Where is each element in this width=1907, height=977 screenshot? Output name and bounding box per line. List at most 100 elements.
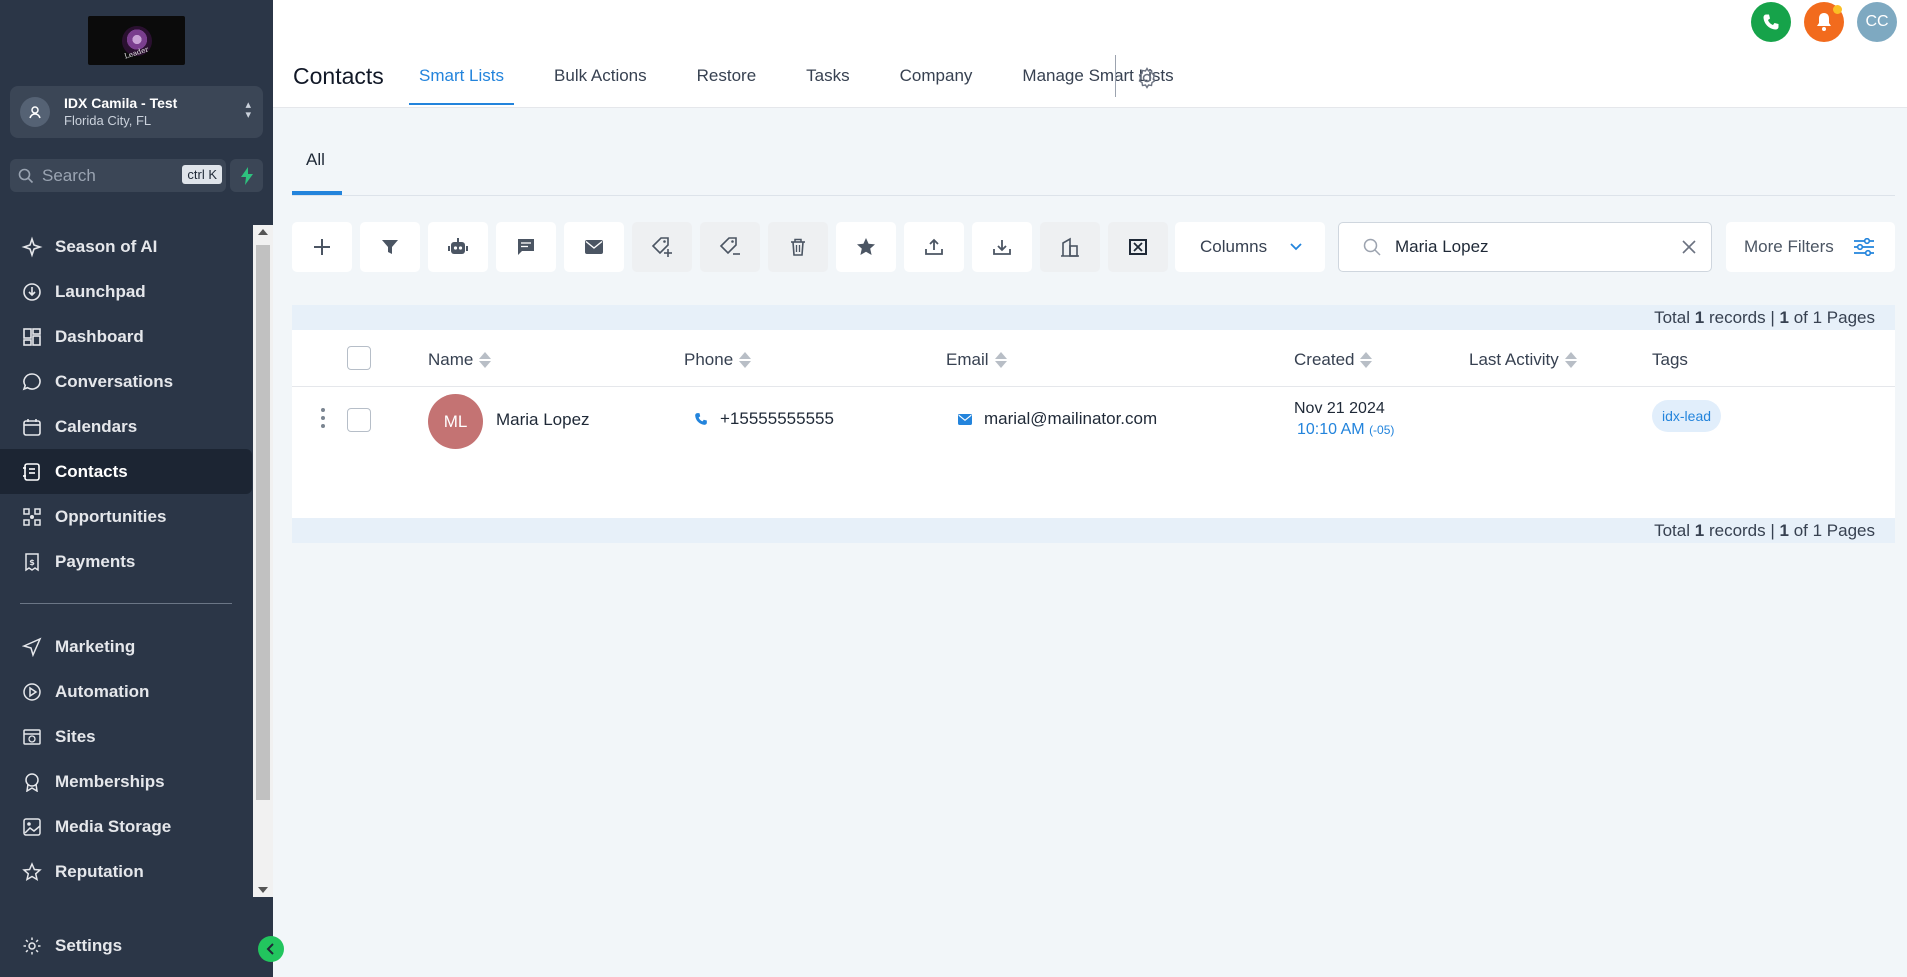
envelope-icon xyxy=(958,413,972,425)
sidebar-item-label: Sites xyxy=(55,726,96,746)
send-sms-button[interactable] xyxy=(496,222,556,272)
quick-actions-button[interactable] xyxy=(230,159,263,192)
message-icon xyxy=(518,239,534,255)
contact-email[interactable]: marial@mailinator.com xyxy=(958,409,1157,429)
export-button[interactable] xyxy=(904,222,964,272)
column-header-last-activity[interactable]: Last Activity xyxy=(1469,350,1577,370)
header-actions: CC xyxy=(1751,2,1897,42)
contacts-icon xyxy=(20,460,44,484)
remove-tag-button[interactable] xyxy=(700,222,760,272)
subtab-all[interactable]: All xyxy=(292,130,342,195)
payments-icon: $ xyxy=(20,550,44,574)
opportunities-icon xyxy=(20,505,44,529)
sidebar-item-automation[interactable]: Automation xyxy=(0,669,253,714)
sidebar-item-payments[interactable]: $ Payments xyxy=(0,539,253,584)
column-header-name[interactable]: Name xyxy=(428,350,492,370)
created-date: Nov 21 2024 xyxy=(1294,400,1385,417)
lightning-icon xyxy=(240,166,253,185)
column-header-created[interactable]: Created xyxy=(1294,350,1373,370)
send-email-button[interactable] xyxy=(564,222,624,272)
sidebar-item-opportunities[interactable]: Opportunities xyxy=(0,494,253,539)
sidebar-item-label: Contacts xyxy=(55,461,128,481)
tab-smart-lists[interactable]: Smart Lists xyxy=(409,60,515,106)
sidebar-item-dashboard[interactable]: Dashboard xyxy=(0,314,253,359)
scroll-down-arrow-icon[interactable] xyxy=(258,887,268,893)
calendar-icon xyxy=(20,415,44,439)
search-icon xyxy=(1363,238,1381,256)
sidebar-item-season-of-ai[interactable]: Season of AI xyxy=(0,224,253,269)
filter-button[interactable] xyxy=(360,222,420,272)
sidebar-nav-secondary: Marketing Automation Sites Memberships M… xyxy=(0,624,253,894)
user-avatar[interactable]: CC xyxy=(1857,2,1897,42)
sidebar-item-launchpad[interactable]: Launchpad xyxy=(0,269,253,314)
funnel-icon xyxy=(382,240,398,254)
tab-bulk-actions[interactable]: Bulk Actions xyxy=(544,60,657,106)
company-logo[interactable]: Leader xyxy=(88,16,185,65)
sidebar-item-marketing[interactable]: Marketing xyxy=(0,624,253,669)
records-suffix: of 1 Pages xyxy=(1793,308,1875,327)
row-actions-kebab-icon[interactable] xyxy=(321,408,325,432)
header-gear-icon[interactable] xyxy=(1135,66,1159,95)
tag-badge[interactable]: idx-lead xyxy=(1652,400,1722,432)
add-contact-button[interactable] xyxy=(292,222,352,272)
phone-button[interactable] xyxy=(1751,2,1791,42)
more-filters-button[interactable]: More Filters xyxy=(1726,222,1895,272)
sidebar-item-contacts[interactable]: Contacts xyxy=(0,449,252,494)
table-row[interactable]: ML Maria Lopez +15555555555 marial@maili… xyxy=(292,388,1895,458)
column-header-email[interactable]: Email xyxy=(946,350,1007,370)
import-button[interactable] xyxy=(972,222,1032,272)
sidebar-divider xyxy=(20,603,232,604)
phone-icon xyxy=(695,413,707,425)
email-value: marial@mailinator.com xyxy=(984,409,1158,428)
search-label: Search xyxy=(42,165,96,185)
column-header-tags: Tags xyxy=(1652,350,1688,370)
clear-icon[interactable] xyxy=(1681,239,1697,255)
delete-button[interactable] xyxy=(768,222,828,272)
envelope-icon xyxy=(585,240,603,254)
sidebar-item-reputation[interactable]: Reputation xyxy=(0,849,253,894)
tab-company[interactable]: Company xyxy=(890,60,983,106)
sidebar-item-settings[interactable]: Settings xyxy=(0,923,253,968)
column-header-phone[interactable]: Phone xyxy=(684,350,752,370)
sidebar-item-media-storage[interactable]: Media Storage xyxy=(0,804,253,849)
select-all-checkbox[interactable] xyxy=(347,346,371,370)
sidebar-item-conversations[interactable]: Conversations xyxy=(0,359,253,404)
notifications-button[interactable] xyxy=(1804,2,1844,42)
add-to-company-button[interactable] xyxy=(1040,222,1100,272)
sidebar-item-label: Settings xyxy=(55,935,123,955)
upload-icon xyxy=(925,238,943,255)
add-to-workflow-button[interactable] xyxy=(428,222,488,272)
sidebar-collapse-button[interactable] xyxy=(258,936,284,962)
merge-button[interactable] xyxy=(1108,222,1168,272)
sort-icon xyxy=(739,352,752,368)
sidebar-item-memberships[interactable]: Memberships xyxy=(0,759,253,804)
add-review-button[interactable] xyxy=(836,222,896,272)
scrollbar-thumb[interactable] xyxy=(256,245,270,800)
contact-name[interactable]: Maria Lopez xyxy=(496,410,590,430)
contact-search-input[interactable]: Maria Lopez xyxy=(1338,222,1712,272)
account-location: Florida City, FL xyxy=(64,112,152,128)
sidebar-search[interactable]: Search ctrl K xyxy=(10,159,226,192)
send-icon xyxy=(20,635,44,659)
tab-divider xyxy=(1115,55,1116,97)
sidebar-item-calendars[interactable]: Calendars xyxy=(0,404,253,449)
sidebar-item-label: Media Storage xyxy=(55,816,172,836)
columns-dropdown[interactable]: Columns xyxy=(1175,222,1325,272)
row-checkbox[interactable] xyxy=(347,408,371,432)
sort-icon xyxy=(1360,352,1373,368)
records-summary-bottom: Total 1 records | 1 of 1 Pages xyxy=(292,518,1895,543)
subtab-divider xyxy=(292,195,1895,196)
sidebar-item-sites[interactable]: Sites xyxy=(0,714,253,759)
star-icon xyxy=(20,860,44,884)
sidebar-scrollbar[interactable] xyxy=(253,225,273,897)
account-switcher[interactable]: IDX Camila - Test Florida City, FL ▴ ▾ xyxy=(10,86,263,138)
tab-tasks[interactable]: Tasks xyxy=(796,60,859,106)
column-header-label: Phone xyxy=(684,350,734,369)
contact-phone[interactable]: +15555555555 xyxy=(694,409,834,429)
add-tag-button[interactable] xyxy=(632,222,692,272)
sidebar-item-label: Opportunities xyxy=(55,506,167,526)
subtab-label: All xyxy=(306,150,325,169)
tab-restore[interactable]: Restore xyxy=(687,60,767,106)
scroll-up-arrow-icon[interactable] xyxy=(258,229,268,235)
records-page: 1 xyxy=(1779,521,1789,540)
